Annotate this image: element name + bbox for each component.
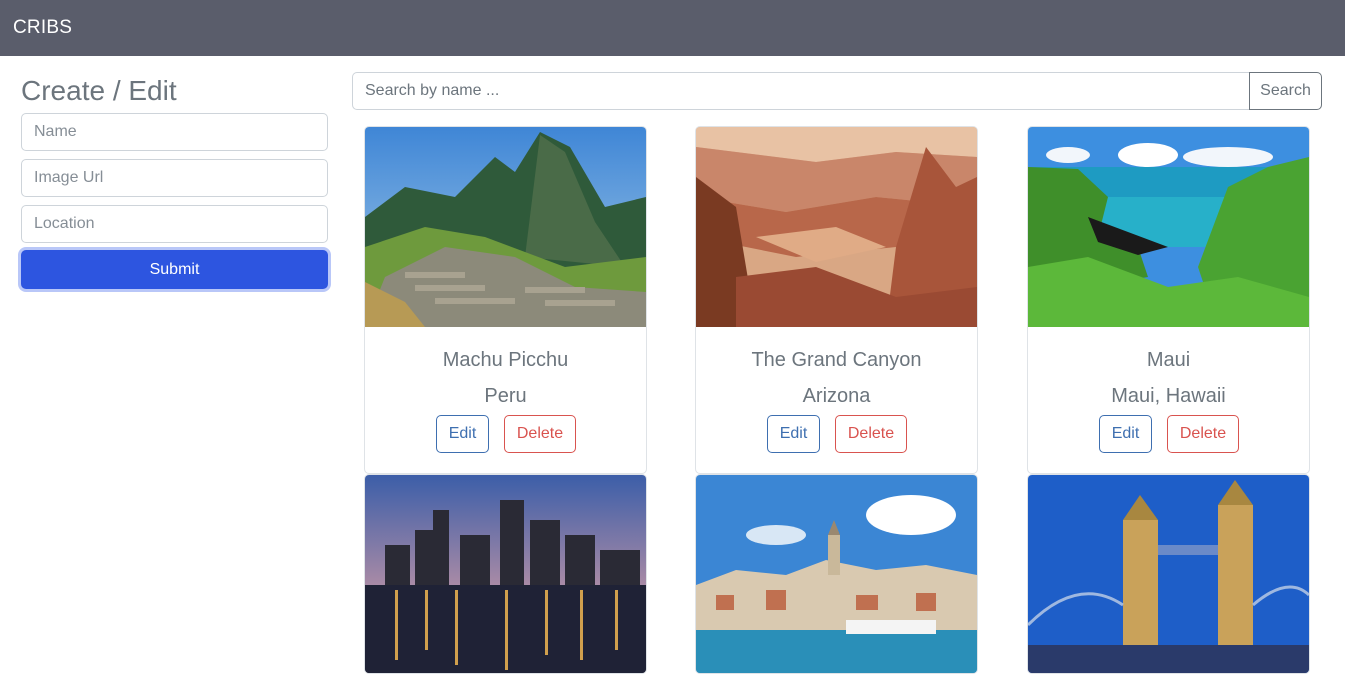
name-input[interactable]	[21, 113, 328, 151]
card-image	[696, 475, 977, 673]
card-image	[1028, 127, 1309, 327]
image-url-input[interactable]	[21, 159, 328, 197]
search-button[interactable]: Search	[1249, 72, 1322, 110]
card-image	[365, 127, 646, 327]
crib-card	[1027, 474, 1310, 674]
search-input[interactable]	[352, 72, 1250, 110]
form-title: Create / Edit	[21, 75, 177, 106]
delete-button[interactable]: Delete	[504, 415, 576, 453]
delete-button[interactable]: Delete	[1167, 415, 1239, 453]
card-location: Maui, Hawaii	[1111, 385, 1226, 407]
submit-button[interactable]: Submit	[21, 250, 328, 289]
card-location: Peru	[484, 385, 527, 407]
card-body: Machu Picchu Peru Edit Delete	[365, 327, 646, 473]
card-location: Arizona	[802, 385, 871, 407]
crib-card: The Grand Canyon Arizona Edit Delete	[695, 126, 978, 474]
card-title: The Grand Canyon	[751, 349, 922, 371]
card-image	[696, 127, 977, 327]
card-body: Maui Maui, Hawaii Edit Delete	[1028, 327, 1309, 473]
brand-link[interactable]: CRIBS	[13, 17, 72, 39]
card-image	[1028, 475, 1309, 673]
edit-button[interactable]: Edit	[767, 415, 820, 453]
edit-button[interactable]: Edit	[436, 415, 489, 453]
search-bar: Search	[352, 72, 1322, 110]
edit-button[interactable]: Edit	[1099, 415, 1152, 453]
crib-card: Machu Picchu Peru Edit Delete	[364, 126, 647, 474]
crib-card	[695, 474, 978, 674]
crib-card: Maui Maui, Hawaii Edit Delete	[1027, 126, 1310, 474]
card-image	[365, 475, 646, 673]
card-title: Machu Picchu	[442, 349, 569, 371]
create-edit-form: Create / Edit Submit	[21, 72, 328, 289]
delete-button[interactable]: Delete	[835, 415, 907, 453]
card-body: The Grand Canyon Arizona Edit Delete	[696, 327, 977, 473]
crib-card	[364, 474, 647, 674]
location-input[interactable]	[21, 205, 328, 243]
card-title: Maui	[1146, 349, 1191, 371]
navbar: CRIBS	[0, 0, 1345, 56]
